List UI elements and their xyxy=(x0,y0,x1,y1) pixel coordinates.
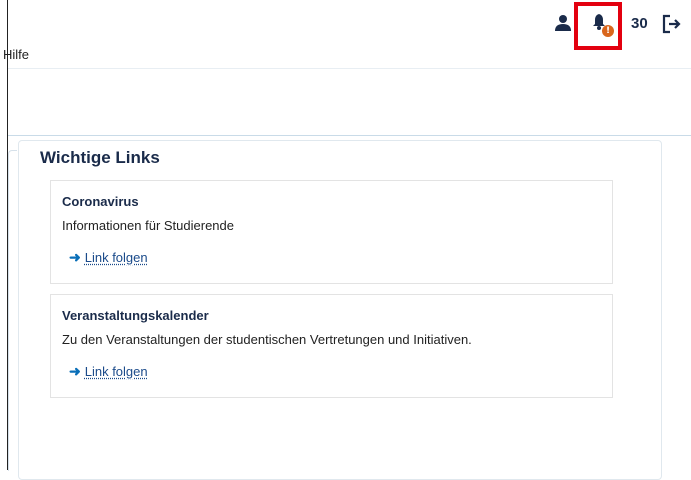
help-link[interactable]: Hilfe xyxy=(3,47,29,62)
card-description: Informationen für Studierende xyxy=(62,218,234,233)
panel-title: Wichtige Links xyxy=(40,148,160,167)
link-card-coronavirus: Coronavirus Informationen für Studierend… xyxy=(50,180,613,284)
logout-button[interactable] xyxy=(660,12,684,36)
window-left-border xyxy=(0,0,8,470)
card-title: Veranstaltungskalender xyxy=(62,308,209,323)
notification-count: 30 xyxy=(631,15,648,32)
side-panel-edge xyxy=(8,150,17,471)
arrow-right-icon: ➜ xyxy=(69,249,81,265)
follow-link-label: Link folgen xyxy=(84,364,148,379)
card-description: Zu den Veranstaltungen der studentischen… xyxy=(62,332,472,347)
link-card-events: Veranstaltungskalender Zu den Veranstalt… xyxy=(50,294,613,398)
follow-link-label: Link folgen xyxy=(84,250,148,265)
card-title: Coronavirus xyxy=(62,194,139,209)
arrow-right-icon: ➜ xyxy=(69,363,81,379)
follow-link-button[interactable]: ➜ Link folgen xyxy=(69,249,148,266)
user-profile-button[interactable] xyxy=(552,12,574,34)
follow-link-button[interactable]: ➜ Link folgen xyxy=(69,363,148,380)
header-band xyxy=(8,69,691,136)
user-icon xyxy=(555,15,571,31)
logout-icon xyxy=(662,14,681,34)
notification-badge: ! xyxy=(602,25,614,37)
notifications-button[interactable]: ! xyxy=(574,2,622,50)
